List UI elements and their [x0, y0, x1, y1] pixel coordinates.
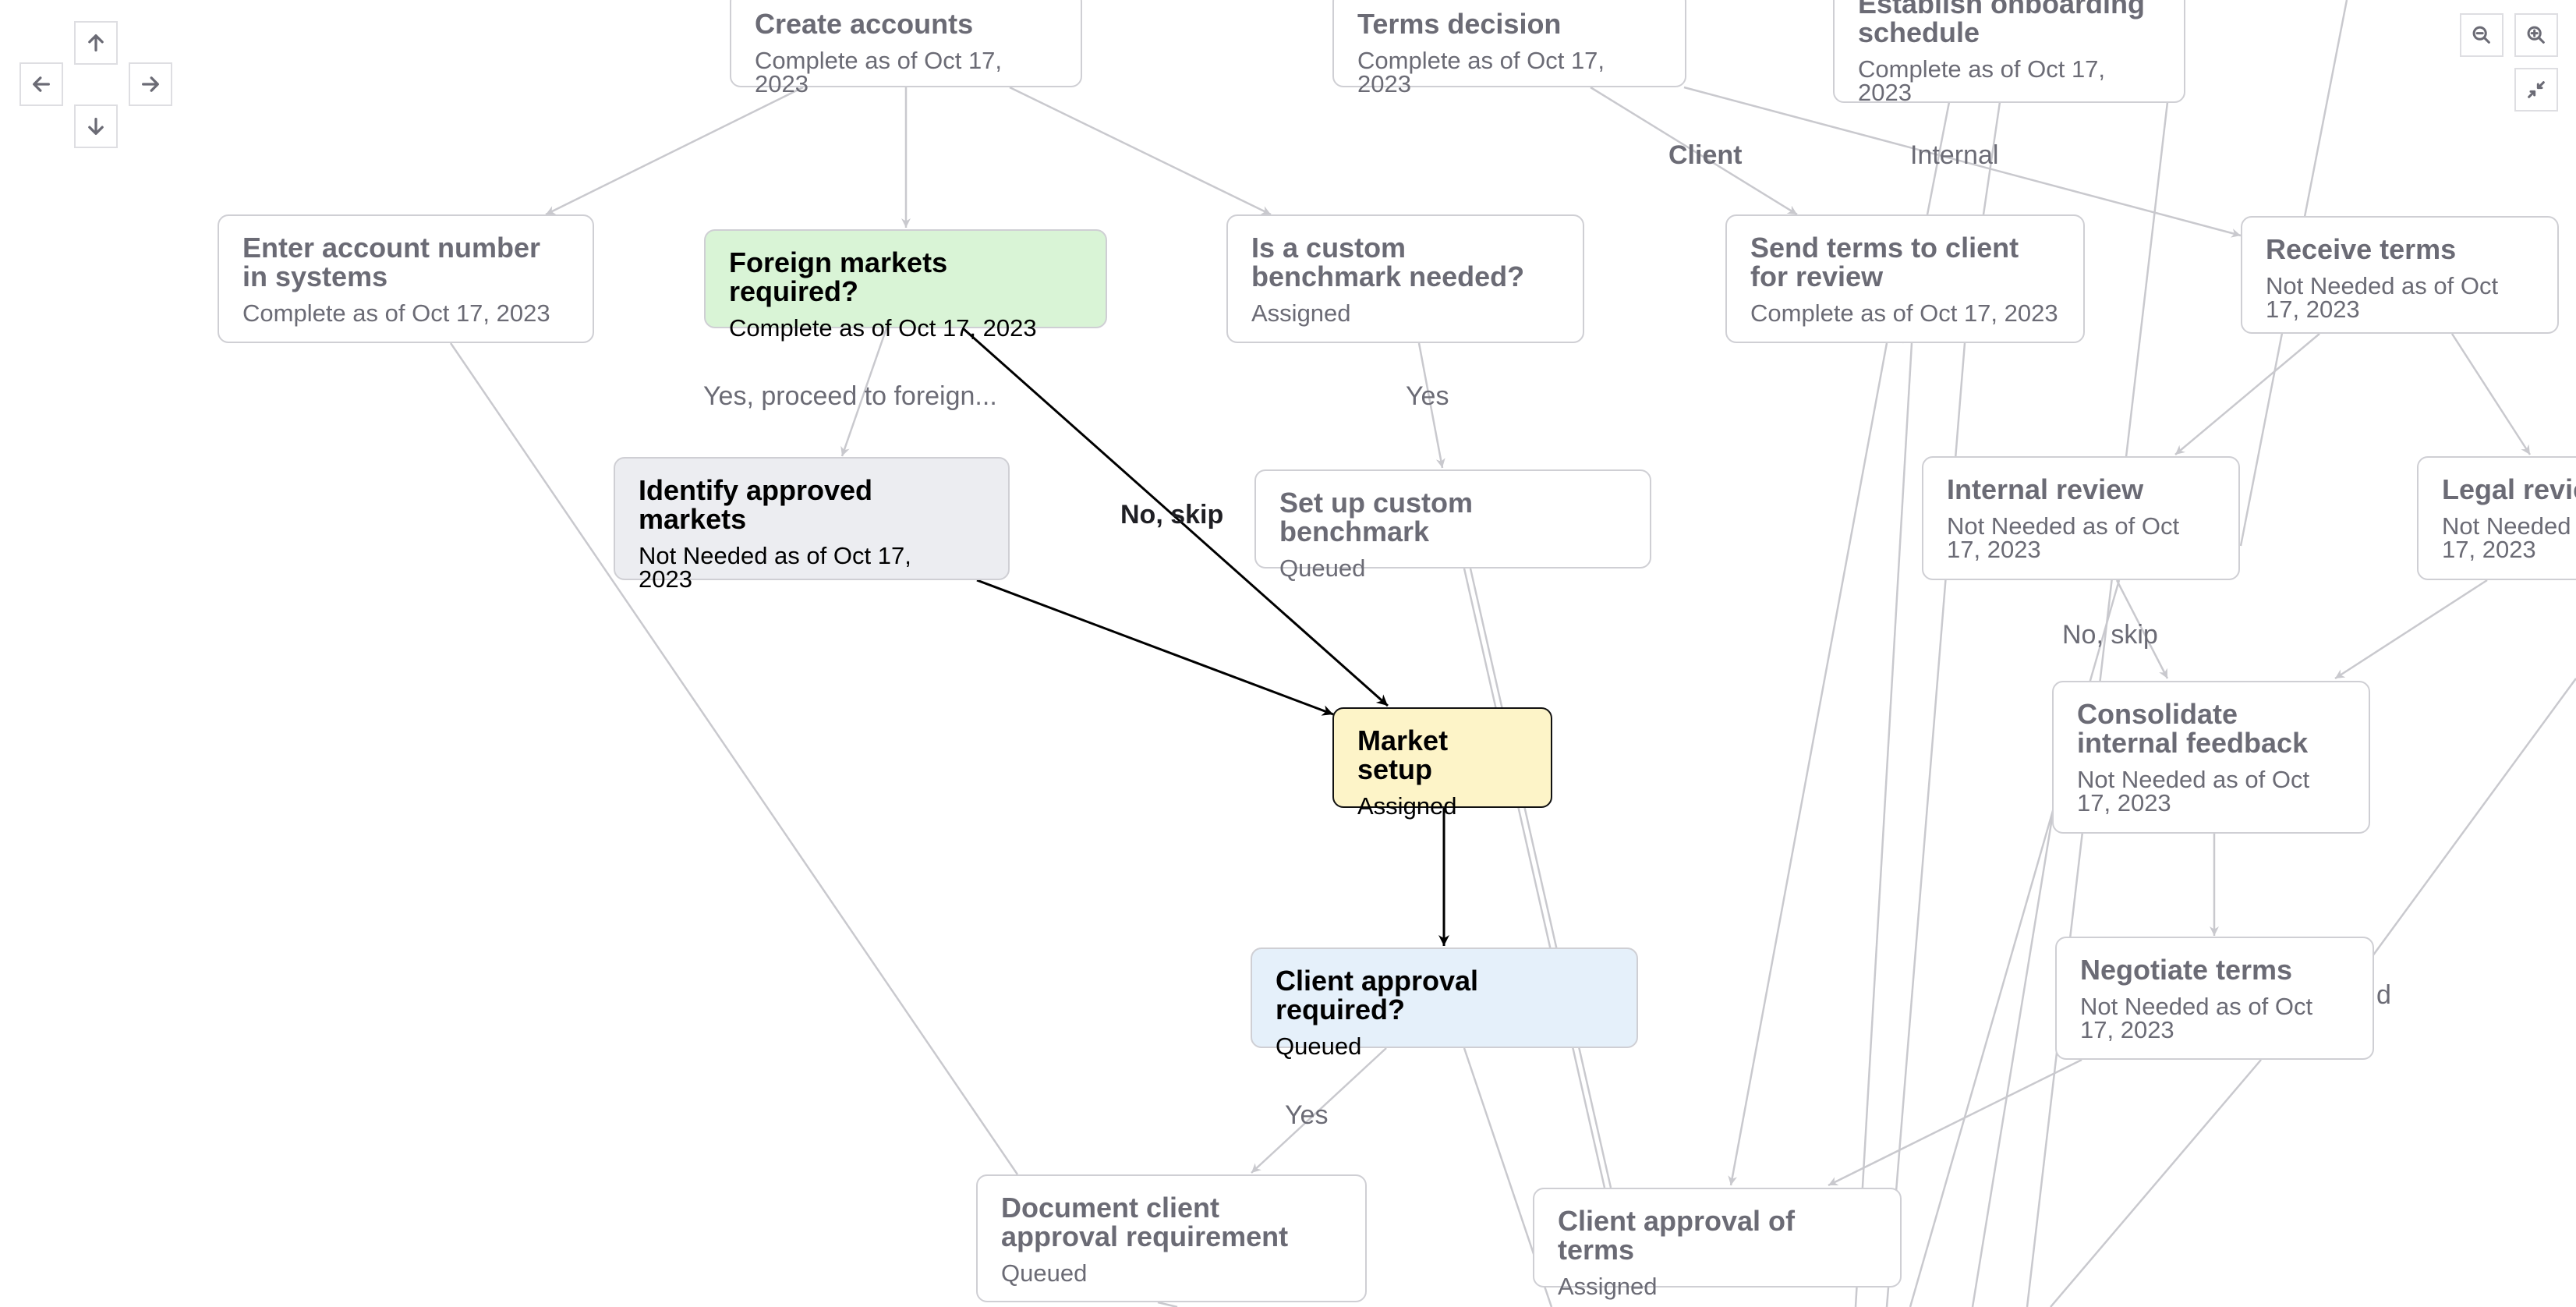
- node-title: Internal review: [1947, 473, 2144, 505]
- arrow-right-icon: [142, 76, 159, 92]
- node-title: Is a custom benchmark needed?: [1251, 232, 1525, 292]
- node-create-accounts[interactable]: Create accounts Complete as of Oct 17, 2…: [730, 0, 1082, 96]
- node-status: Not Needed as of Oct 17, 2023: [2442, 512, 2576, 563]
- edge-label-yes-foreign: Yes, proceed to foreign...: [703, 381, 997, 411]
- edge-legal-to-consolidate: [2334, 579, 2488, 680]
- arrow-left-icon: [33, 76, 50, 92]
- edge-receive-to-legal: [2450, 333, 2532, 455]
- arrow-down-icon: [88, 118, 104, 135]
- node-title: Receive terms: [2266, 233, 2457, 265]
- node-title: Set up custom benchmark: [1279, 487, 1474, 547]
- node-receive-terms[interactable]: Receive terms Not Needed as of Oct 17, 2…: [2241, 216, 2559, 334]
- edge-label-client: Client: [1668, 140, 1743, 170]
- edge-label-no-skip-internal: No, skip: [2062, 620, 2158, 650]
- node-market-setup[interactable]: Market setup Assigned: [1332, 707, 1552, 818]
- node-title: Create accounts: [755, 8, 974, 40]
- node-status: Complete as of Oct 17, 2023: [1750, 299, 2058, 327]
- zoom-in-button[interactable]: [2514, 13, 2558, 57]
- pan-right-button[interactable]: [129, 62, 172, 106]
- zoom-out-button[interactable]: [2460, 13, 2503, 57]
- node-title: Legal review: [2442, 473, 2576, 505]
- fit-view-button[interactable]: [2514, 68, 2558, 112]
- node-consolidate-feedback[interactable]: Consolidate internal feedback Not Needed…: [2052, 681, 2370, 834]
- node-status: Not Needed as of Oct 17, 2023: [1947, 512, 2180, 563]
- node-status: Queued: [1279, 554, 1366, 582]
- pan-left-button[interactable]: [19, 62, 63, 106]
- node-title: Consolidate internal feedback: [2077, 698, 2309, 759]
- node-title: Client approval of terms: [1558, 1205, 1796, 1266]
- node-status: Assigned: [1357, 792, 1457, 820]
- edge-label-partial: d: [2376, 980, 2391, 1010]
- node-status: Not Needed as of Oct 17, 2023: [2266, 272, 2499, 323]
- node-status: Not Needed as of Oct 17, 2023: [639, 542, 911, 593]
- edge-create-to-benchmark: [1009, 86, 1272, 216]
- edge-label-yes-client-approval: Yes: [1285, 1100, 1329, 1130]
- node-status: Complete as of Oct 17, 2023: [242, 299, 550, 327]
- node-status: Complete as of Oct 17, 2023: [755, 47, 1003, 97]
- node-status: Complete as of Oct 17, 2023: [1858, 55, 2106, 106]
- node-title: Foreign markets required?: [729, 246, 948, 307]
- node-foreign-markets-required[interactable]: Foreign markets required? Complete as of…: [704, 229, 1107, 340]
- node-setup-custom-benchmark[interactable]: Set up custom benchmark Queued: [1254, 469, 1651, 580]
- node-title: Enter account number in systems: [242, 232, 541, 292]
- pan-up-button[interactable]: [74, 21, 118, 65]
- edge-label-no-skip-foreign: No, skip: [1120, 500, 1224, 530]
- node-status: Not Needed as of Oct 17, 2023: [2080, 993, 2313, 1043]
- zoom-out-icon: [2472, 26, 2490, 44]
- node-status: Complete as of Oct 17, 2023: [1357, 47, 1605, 97]
- node-title: Establish onboarding schedule: [1858, 0, 2146, 48]
- edge-send-to-terms: [1728, 342, 1888, 1186]
- edge-setup-to-terms-b: [1469, 568, 1612, 1188]
- edge-negotiate-down: [2050, 1059, 2262, 1307]
- zoom-in-icon: [2527, 26, 2545, 44]
- node-custom-benchmark-needed[interactable]: Is a custom benchmark needed? Assigned: [1226, 214, 1584, 343]
- pan-down-button[interactable]: [74, 104, 118, 148]
- node-title: Terms decision: [1357, 8, 1562, 40]
- node-status: Complete as of Oct 17, 2023: [729, 314, 1037, 342]
- node-establish-onboarding[interactable]: Establish onboarding schedule Complete a…: [1833, 0, 2185, 106]
- edge-document-down: [1157, 1301, 1178, 1307]
- node-status: Queued: [1001, 1259, 1088, 1287]
- node-title: Send terms to client for review: [1750, 232, 2019, 292]
- node-internal-review[interactable]: Internal review Not Needed as of Oct 17,…: [1922, 456, 2240, 580]
- edge-label-yes-benchmark: Yes: [1406, 381, 1449, 411]
- edge-setup-to-terms-a: [1463, 568, 1606, 1188]
- node-negotiate-terms[interactable]: Negotiate terms Not Needed as of Oct 17,…: [2055, 937, 2374, 1060]
- node-title: Client approval required?: [1276, 965, 1479, 1025]
- arrow-up-icon: [88, 34, 104, 51]
- node-status: Assigned: [1558, 1273, 1658, 1300]
- node-title: Identify approved markets: [639, 474, 873, 535]
- edge-create-to-enter: [545, 86, 804, 216]
- edge-send-down-a: [1854, 342, 1913, 1307]
- edge-receive-to-internal: [2174, 333, 2320, 455]
- node-status: Assigned: [1251, 299, 1351, 327]
- edge-right-diag-upper: [2369, 678, 2576, 960]
- node-document-client-approval[interactable]: Document client approval requirement Que…: [976, 1174, 1367, 1302]
- node-status: Queued: [1276, 1032, 1362, 1060]
- edge-identify-to-market: [976, 579, 1334, 716]
- node-title: Document client approval requirement: [1001, 1192, 1289, 1252]
- node-title: Market setup: [1357, 724, 1449, 785]
- workflow-canvas[interactable]: Create accounts Complete as of Oct 17, 2…: [0, 0, 2576, 1307]
- node-enter-account-number[interactable]: Enter account number in systems Complete…: [218, 214, 594, 343]
- edge-label-internal: Internal: [1910, 140, 1999, 170]
- node-status: Not Needed as of Oct 17, 2023: [2077, 766, 2310, 816]
- node-client-approval-required[interactable]: Client approval required? Queued: [1251, 947, 1638, 1058]
- node-identify-approved-markets[interactable]: Identify approved markets Not Needed as …: [614, 457, 1010, 591]
- node-send-terms[interactable]: Send terms to client for review Complete…: [1725, 214, 2085, 343]
- collapse-icon: [2528, 81, 2545, 98]
- node-terms-decision[interactable]: Terms decision Complete as of Oct 17, 20…: [1332, 0, 1686, 96]
- node-client-approval-of-terms[interactable]: Client approval of terms Assigned: [1533, 1188, 1902, 1298]
- node-legal-review[interactable]: Legal review Not Needed as of Oct 17, 20…: [2417, 456, 2576, 580]
- node-title: Negotiate terms: [2080, 954, 2293, 986]
